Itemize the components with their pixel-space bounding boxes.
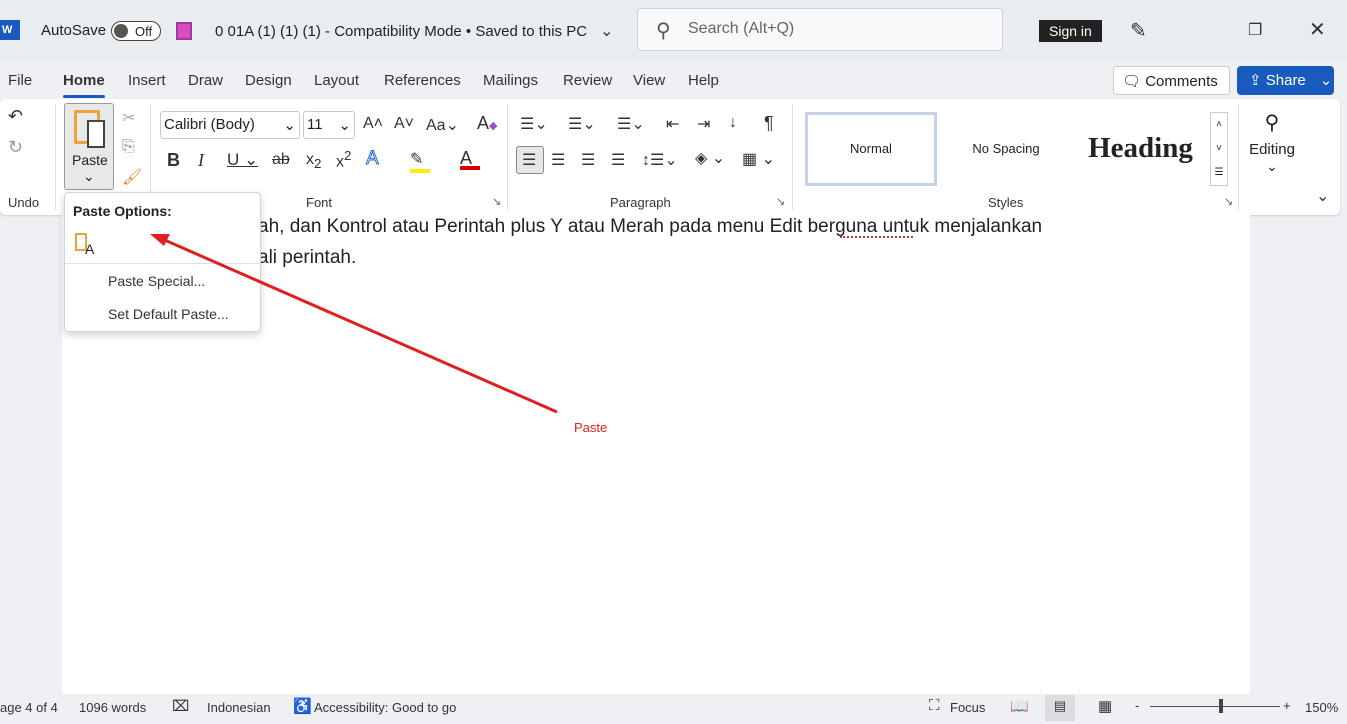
zoom-slider-thumb[interactable] <box>1219 699 1223 713</box>
accessibility-status[interactable]: Accessibility: Good to go <box>314 700 456 715</box>
accessibility-icon: ♿ <box>293 698 312 715</box>
print-layout-icon[interactable]: ▤ <box>1045 695 1075 721</box>
web-layout-icon[interactable]: ▦ <box>1098 697 1112 715</box>
annotation-arrow <box>150 234 558 414</box>
focus-button[interactable]: Focus <box>950 700 985 715</box>
arrow-line <box>159 236 558 414</box>
proofing-icon[interactable]: ⌧ <box>172 697 189 715</box>
zoom-out-button[interactable]: - <box>1135 698 1139 713</box>
page-count[interactable]: age 4 of 4 <box>0 700 58 715</box>
annotation-label: Paste <box>574 420 608 435</box>
read-mode-icon[interactable]: 📖 <box>1010 697 1029 715</box>
language[interactable]: Indonesian <box>207 700 271 715</box>
arrow-head <box>150 234 170 246</box>
zoom-slider[interactable] <box>1150 706 1280 707</box>
zoom-in-button[interactable]: + <box>1283 698 1291 713</box>
status-bar: age 4 of 4 1096 words ⌧ Indonesian ♿ Acc… <box>0 694 1347 724</box>
zoom-level[interactable]: 150% <box>1305 700 1338 715</box>
focus-icon: ⛶ <box>929 697 940 714</box>
word-count[interactable]: 1096 words <box>79 700 146 715</box>
